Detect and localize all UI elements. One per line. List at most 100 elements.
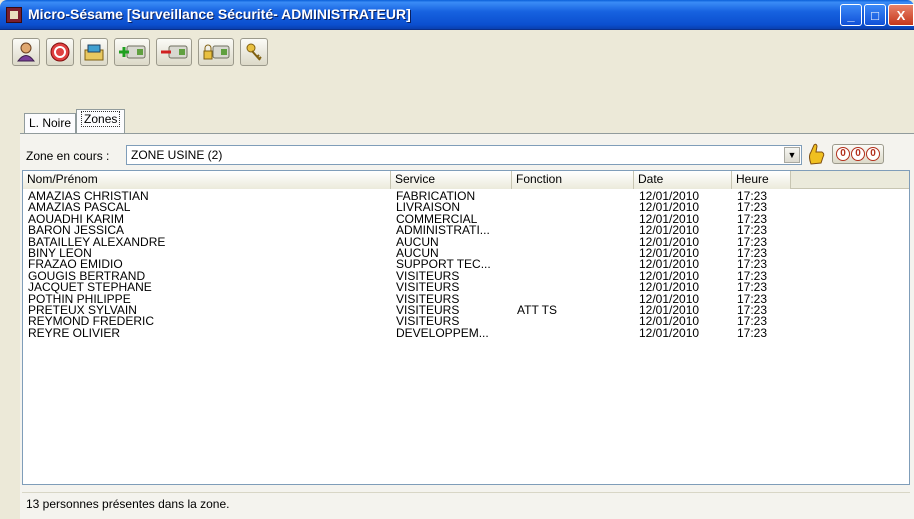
cell-heure: 17:23 — [737, 282, 768, 294]
close-button[interactable]: X — [888, 4, 914, 26]
lock-card-button[interactable] — [198, 38, 234, 66]
add-card-icon — [119, 45, 146, 59]
cell-name: REYMOND FREDERIC — [28, 316, 155, 328]
zone-label: Zone en cours : — [26, 149, 110, 163]
status-bar: 13 personnes présentes dans la zone. — [22, 492, 910, 514]
counter-digit: 0 — [866, 147, 880, 161]
table-row[interactable]: BARON JESSICA ADMINISTRATI... 12/01/2010 17… — [23, 225, 909, 236]
table-row[interactable]: BINY LEON AUCUN 12/01/2010 17:23 — [23, 248, 909, 259]
cell-fonction — [512, 271, 634, 282]
user-button[interactable] — [12, 38, 40, 66]
table-row[interactable]: JACQUET STEPHANE VISITEURS 12/01/2010 17:23 — [23, 282, 909, 293]
persons-list[interactable]: Nom/Prénom Service Fonction Date Heure A… — [22, 170, 910, 485]
cell-service: VISITEURS — [396, 316, 460, 328]
remove-card-button[interactable] — [156, 38, 192, 66]
cell-service: VISITEURS — [396, 293, 460, 305]
cell-date: 12/01/2010 — [639, 316, 700, 328]
zones-panel: Zone en cours : ZONE USINE (2) ▼ 0 0 0 N… — [20, 133, 914, 519]
cell-name: AOUADHI KARIM — [28, 213, 125, 226]
table-header: Nom/Prénom Service Fonction Date Heure — [23, 171, 909, 189]
cell-heure: 17:23 — [737, 191, 768, 203]
cell-date: 12/01/2010 — [639, 327, 700, 340]
counter-button[interactable]: 0 0 0 — [832, 144, 884, 164]
stop-icon — [50, 42, 70, 62]
minimize-button[interactable]: _ — [840, 4, 862, 26]
cell-fonction — [512, 259, 634, 270]
card-reader-button[interactable] — [80, 38, 108, 66]
cell-heure: 17:23 — [737, 236, 768, 248]
cell-heure: 17:23 — [737, 213, 768, 226]
cell-fonction — [512, 191, 634, 202]
cell-date: 12/01/2010 — [639, 191, 700, 203]
cell-fonction — [512, 282, 634, 293]
cell-service: SUPPORT TEC... — [396, 259, 491, 271]
table-row[interactable]: BATAILLEY ALEXANDRE AUCUN 12/01/2010 17:23 — [23, 237, 909, 248]
add-card-button[interactable] — [114, 38, 150, 66]
cell-name: AMAZIAS PASCAL — [28, 202, 131, 214]
cell-name: BINY LEON — [28, 247, 92, 260]
table-body: AMAZIAS CHRISTIAN FABRICATION 12/01/2010 17… — [23, 191, 909, 339]
counter-digit: 0 — [851, 147, 865, 161]
tab-bar: L. Noire Zones — [24, 109, 126, 133]
cell-heure: 17:23 — [737, 327, 768, 340]
cell-fonction — [512, 248, 634, 259]
cell-date: 12/01/2010 — [639, 282, 700, 294]
table-row[interactable]: AOUADHI KARIM COMMERCIAL 12/01/2010 17:23 — [23, 214, 909, 225]
table-row[interactable]: PRETEUX SYLVAIN VISITEURS ATT TS 12/01/2010… — [23, 305, 909, 316]
cell-heure: 17:23 — [737, 270, 768, 283]
cell-service: AUCUN — [396, 247, 439, 260]
column-header-service[interactable]: Service — [391, 171, 512, 189]
cell-service: LIVRAISON — [396, 202, 461, 214]
table-row[interactable]: POTHIN PHILIPPE VISITEURS 12/01/2010 17:23 — [23, 294, 909, 305]
column-header-fonction[interactable]: Fonction — [512, 171, 634, 189]
cell-fonction — [512, 225, 634, 236]
cell-date: 12/01/2010 — [639, 202, 700, 214]
toolbar — [12, 38, 268, 68]
cell-service: ADMINISTRATI... — [396, 225, 490, 237]
key-icon — [246, 43, 262, 61]
cell-heure: 17:23 — [737, 293, 768, 305]
cell-service: COMMERCIAL — [396, 213, 478, 226]
title-bar[interactable]: Micro-Sésame [Surveillance Sécurité- ADM… — [0, 0, 914, 30]
cell-date: 12/01/2010 — [639, 293, 700, 305]
table-row[interactable]: GOUGIS BERTRAND VISITEURS 12/01/2010 17:23 — [23, 271, 909, 282]
table-row[interactable]: AMAZIAS PASCAL LIVRAISON 12/01/2010 17:23 — [23, 202, 909, 213]
counter-digit: 0 — [836, 147, 850, 161]
cell-date: 12/01/2010 — [639, 213, 700, 226]
pointing-hand-icon[interactable] — [806, 142, 826, 166]
cell-date: 12/01/2010 — [639, 259, 700, 271]
cell-heure: 17:23 — [737, 247, 768, 260]
cell-date: 12/01/2010 — [639, 225, 700, 237]
cell-date: 12/01/2010 — [639, 304, 700, 317]
cell-heure: 17:23 — [737, 225, 768, 237]
cell-name: JACQUET STEPHANE — [28, 282, 152, 294]
column-header-heure[interactable]: Heure — [732, 171, 791, 189]
table-row[interactable]: REYRE OLIVIER DEVELOPPEM... 12/01/2010 17:2… — [23, 328, 909, 339]
zone-dropdown[interactable]: ZONE USINE (2) ▼ — [126, 145, 802, 165]
table-row[interactable]: AMAZIAS CHRISTIAN FABRICATION 12/01/2010 17… — [23, 191, 909, 202]
card-reader-icon — [84, 44, 104, 61]
tab-zones[interactable]: Zones — [76, 109, 126, 133]
cell-service: VISITEURS — [396, 304, 460, 317]
cell-name: REYRE OLIVIER — [28, 327, 121, 340]
table-row[interactable]: REYMOND FREDERIC VISITEURS 12/01/2010 17:23 — [23, 316, 909, 327]
cell-service: FABRICATION — [396, 191, 476, 203]
cell-name: PRETEUX SYLVAIN — [28, 304, 137, 317]
stop-button[interactable] — [46, 38, 74, 66]
cell-name: POTHIN PHILIPPE — [28, 293, 131, 305]
column-header-name[interactable]: Nom/Prénom — [23, 171, 391, 189]
tab-liste-noire[interactable]: L. Noire — [24, 113, 77, 133]
column-header-date[interactable]: Date — [634, 171, 732, 189]
cell-fonction: ATT TS — [517, 304, 558, 317]
cell-date: 12/01/2010 — [639, 236, 700, 248]
table-row[interactable]: FRAZAO EMIDIO SUPPORT TEC... 12/01/2010 17:… — [23, 259, 909, 270]
window-title: Micro-Sésame [Surveillance Sécurité- ADM… — [28, 6, 411, 22]
maximize-button[interactable]: □ — [864, 4, 886, 26]
cell-heure: 17:23 — [737, 202, 768, 214]
zone-value: ZONE USINE (2) — [131, 148, 223, 162]
app-window: Micro-Sésame [Surveillance Sécurité- ADM… — [0, 0, 914, 519]
dropdown-arrow-icon[interactable]: ▼ — [784, 147, 800, 163]
cell-name: AMAZIAS CHRISTIAN — [28, 191, 149, 203]
key-button[interactable] — [240, 38, 268, 66]
cell-heure: 17:23 — [737, 304, 768, 317]
